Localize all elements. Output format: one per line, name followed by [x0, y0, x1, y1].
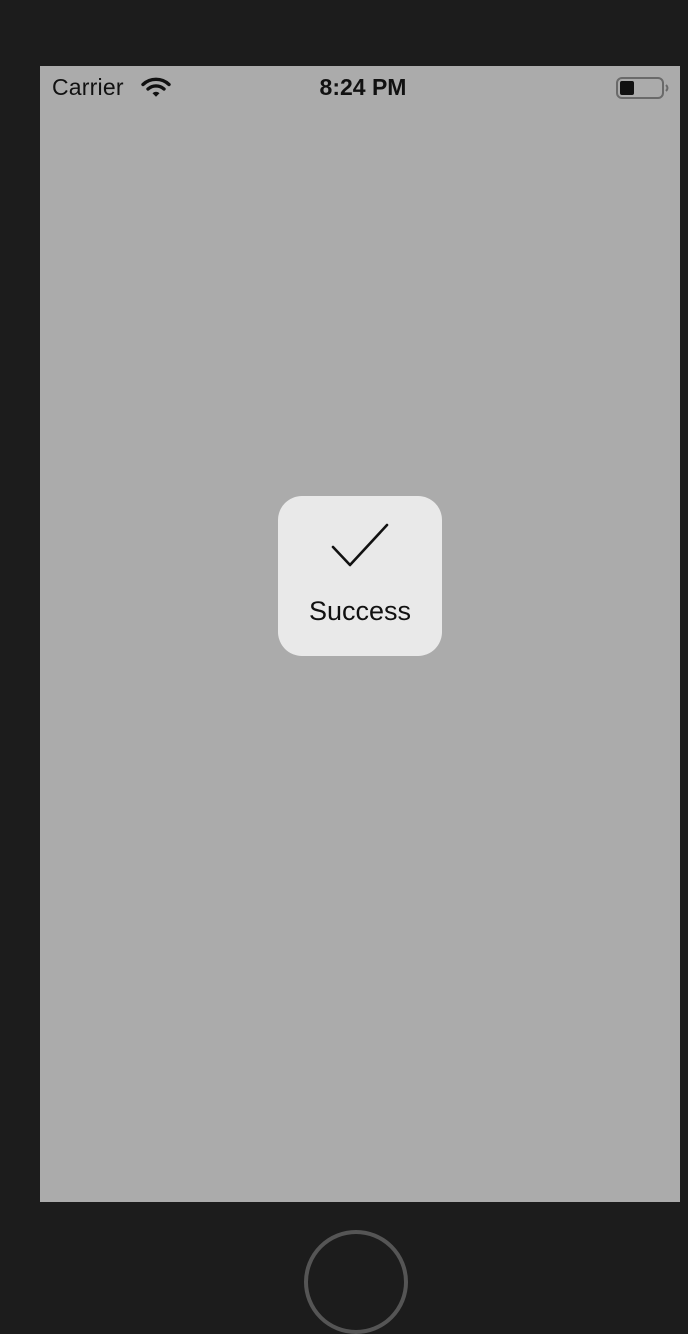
status-bar: Carrier 8:24 PM [40, 66, 680, 108]
screen: Carrier 8:24 PM Success [40, 66, 680, 1202]
home-button[interactable] [304, 1230, 408, 1334]
status-time: 8:24 PM [319, 74, 407, 100]
device-frame: Carrier 8:24 PM Success [0, 0, 688, 1334]
success-hud: Success [278, 496, 442, 656]
hud-label: Success [308, 596, 412, 626]
battery-icon [616, 77, 669, 99]
battery-level-fill [620, 81, 634, 95]
checkmark-icon [331, 523, 389, 567]
